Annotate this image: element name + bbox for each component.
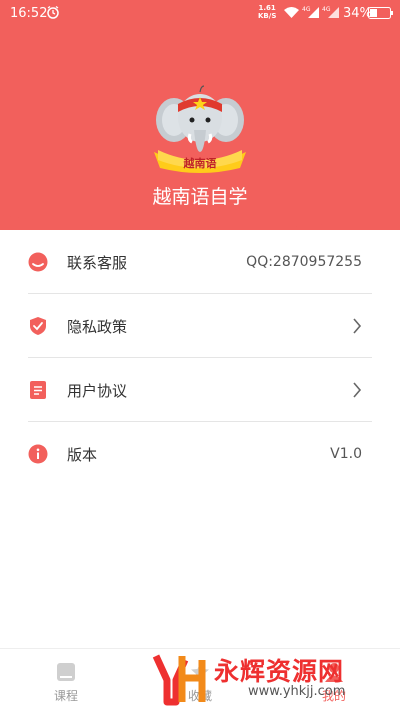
menu-item-label: 版本 (67, 446, 98, 464)
menu-item-user-agreement[interactable]: 用户协议 (28, 358, 372, 422)
network-speed: 1.61 KB/S (258, 4, 277, 20)
contact-service-icon (28, 252, 48, 272)
signal-icon: 4G (322, 6, 339, 18)
menu-item-version[interactable]: 版本 V1.0 (28, 422, 372, 485)
book-icon (57, 663, 75, 681)
chevron-right-icon (353, 382, 362, 398)
qq-number: QQ:2870957255 (246, 254, 362, 270)
watermark-url: www.yhkjj.com (248, 684, 346, 699)
svg-text:越南语: 越南语 (183, 156, 217, 170)
tab-courses[interactable]: 课程 (36, 657, 96, 704)
signal-icon: 4G (302, 6, 319, 18)
app-title: 越南语自学 (152, 186, 248, 208)
shield-check-icon (30, 317, 46, 335)
chevron-right-icon (353, 318, 362, 334)
battery-icon (368, 7, 393, 19)
settings-menu: 联系客服 QQ:2870957255 隐私政策 用户协议 版本 V1.0 (0, 230, 400, 485)
menu-item-label: 隐私政策 (67, 318, 128, 336)
alarm-icon (47, 5, 59, 19)
wifi-icon (284, 7, 299, 18)
svg-text:4G: 4G (322, 6, 331, 13)
status-time: 16:52 (10, 6, 48, 21)
menu-item-label: 用户协议 (67, 382, 128, 400)
tab-label: 课程 (53, 689, 78, 703)
status-bar: 16:52 1.61 KB/S 4G 4G 34% (0, 0, 400, 28)
profile-header: 16:52 1.61 KB/S 4G 4G 34% 越南语 越南语自学 (0, 0, 400, 230)
app-logo: 越南语 (154, 85, 246, 173)
document-icon (30, 381, 46, 399)
menu-item-label: 联系客服 (67, 254, 128, 272)
watermark-text: 永辉资源网 (214, 657, 345, 686)
svg-text:4G: 4G (302, 6, 311, 13)
info-icon (28, 444, 48, 464)
menu-item-contact[interactable]: 联系客服 QQ:2870957255 (28, 230, 372, 294)
menu-item-privacy[interactable]: 隐私政策 (28, 294, 372, 358)
watermark: 永辉资源网 www.yhkjj.com (152, 650, 382, 708)
version-number: V1.0 (330, 446, 362, 462)
watermark-logo (152, 654, 206, 706)
